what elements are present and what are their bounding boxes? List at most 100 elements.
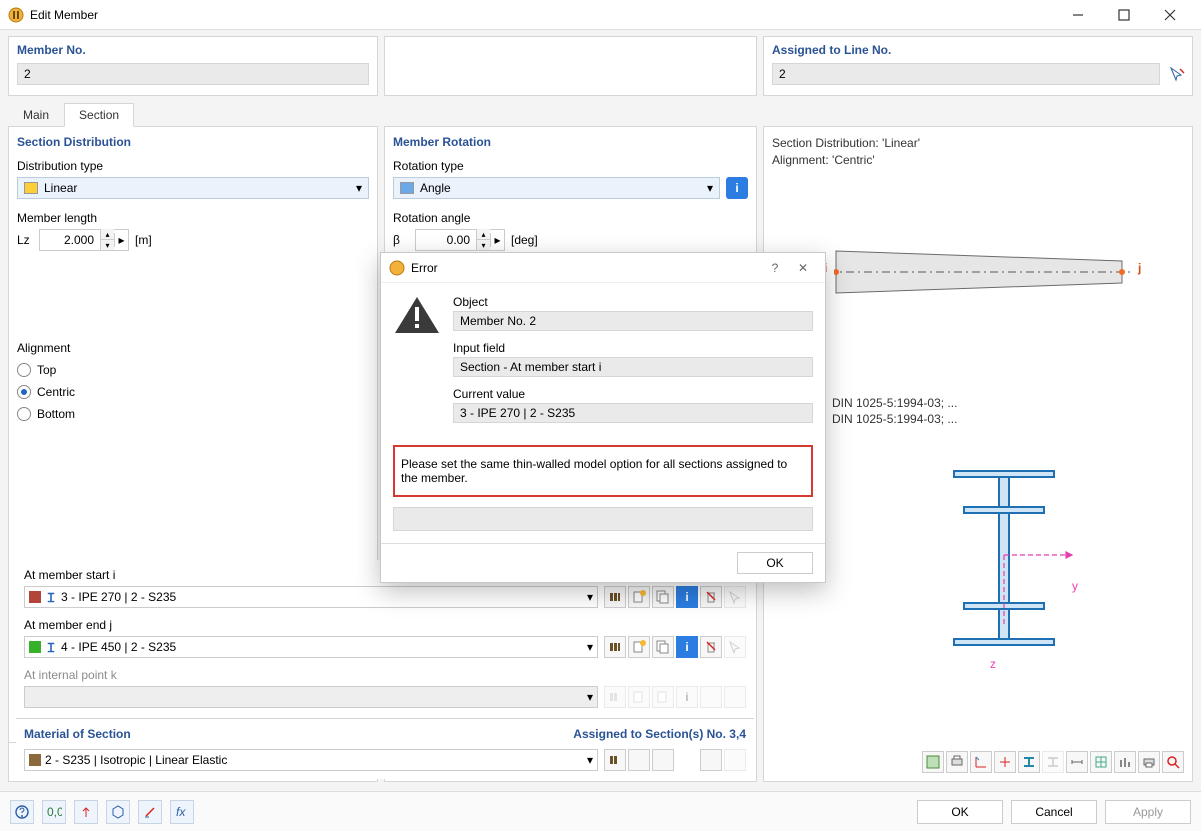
- minimize-button[interactable]: [1055, 0, 1101, 30]
- close-icon[interactable]: ✕: [789, 261, 817, 275]
- duplicate-button[interactable]: [652, 749, 674, 771]
- spinner-up-icon[interactable]: ▴: [100, 229, 114, 240]
- svg-text:0,00: 0,00: [47, 805, 62, 819]
- pick-button[interactable]: [724, 636, 746, 658]
- help-icon[interactable]: ?: [761, 261, 789, 275]
- info-button[interactable]: i: [676, 586, 698, 608]
- grid-button[interactable]: [1090, 751, 1112, 773]
- app-icon: [389, 260, 405, 276]
- axes-2-button[interactable]: [994, 751, 1016, 773]
- section-start-value: 3 - IPE 270 | 2 - S235: [61, 590, 583, 604]
- view-3d-button[interactable]: [106, 800, 130, 824]
- delete-button[interactable]: [700, 636, 722, 658]
- delete-button[interactable]: [700, 749, 722, 771]
- error-input-label: Input field: [453, 341, 813, 355]
- rotation-type-value: Angle: [420, 181, 451, 195]
- error-title: Error: [411, 261, 761, 275]
- help-button[interactable]: [10, 800, 34, 824]
- values-button[interactable]: [1114, 751, 1136, 773]
- material-value: 2 - S235 | Isotropic | Linear Elastic: [45, 753, 583, 767]
- fx-button[interactable]: fx: [170, 800, 194, 824]
- print-2-button[interactable]: [1138, 751, 1160, 773]
- i-section-2-button[interactable]: [1042, 751, 1064, 773]
- pick-button[interactable]: [724, 586, 746, 608]
- clear-button[interactable]: [138, 800, 162, 824]
- swatch-icon: [29, 754, 41, 766]
- duplicate-button[interactable]: [652, 586, 674, 608]
- spinner-up-icon[interactable]: ▴: [476, 229, 490, 240]
- error-object-value: Member No. 2: [453, 311, 813, 331]
- cancel-button[interactable]: Cancel: [1011, 800, 1097, 824]
- alignment-top-radio[interactable]: Top: [17, 363, 369, 377]
- right-panel: Section Distribution: 'Linear' Alignment…: [763, 126, 1193, 782]
- pick-button: [724, 686, 746, 708]
- member-no-field[interactable]: 2: [17, 63, 369, 85]
- info-icon[interactable]: i: [726, 177, 748, 199]
- swatch-icon: [24, 182, 38, 194]
- info-button[interactable]: i: [676, 636, 698, 658]
- arrow-up-button[interactable]: [74, 800, 98, 824]
- tab-section[interactable]: Section: [64, 103, 134, 127]
- right-info-2: Alignment: 'Centric': [772, 152, 1184, 169]
- swatch-icon: [400, 182, 414, 194]
- search-button[interactable]: [1162, 751, 1184, 773]
- library-button[interactable]: [604, 749, 626, 771]
- pick-line-button[interactable]: [1168, 65, 1186, 83]
- material-dropdown[interactable]: 2 - S235 | Isotropic | Linear Elastic ▾: [24, 749, 598, 771]
- error-current-label: Current value: [453, 387, 813, 401]
- material-title: Material of Section Assigned to Section(…: [16, 718, 754, 741]
- spinner-menu-icon[interactable]: ▸: [490, 233, 504, 247]
- titlebar: Edit Member: [0, 0, 1201, 30]
- spinner-down-icon[interactable]: ▾: [100, 240, 114, 251]
- tab-main[interactable]: Main: [8, 103, 64, 126]
- print-button[interactable]: [946, 751, 968, 773]
- rotation-angle-spinner[interactable]: 0.00 ▴▾ ▸: [415, 229, 505, 251]
- ok-button[interactable]: OK: [917, 800, 1003, 824]
- bottom-bar: 0,00 fx OK Cancel Apply: [0, 791, 1201, 831]
- duplicate-button[interactable]: [652, 636, 674, 658]
- alignment-centric-radio[interactable]: Centric: [17, 385, 369, 399]
- section-end-value: 4 - IPE 450 | 2 - S235: [61, 640, 583, 654]
- view-mode-button[interactable]: [922, 751, 944, 773]
- alignment-label: Alignment: [17, 341, 369, 355]
- spinner-down-icon[interactable]: ▾: [476, 240, 490, 251]
- member-no-label: Member No.: [17, 43, 369, 57]
- section-end-dropdown[interactable]: Ｉ 4 - IPE 450 | 2 - S235 ▾: [24, 636, 598, 658]
- member-length-spinner[interactable]: 2.000 ▴▾ ▸: [39, 229, 129, 251]
- error-ok-button[interactable]: OK: [737, 552, 813, 574]
- assigned-line-panel: Assigned to Line No. 2: [763, 36, 1193, 96]
- delete-button[interactable]: [700, 586, 722, 608]
- distribution-type-dropdown[interactable]: Linear ▾: [17, 177, 369, 199]
- close-button[interactable]: [1147, 0, 1193, 30]
- units-button[interactable]: 0,00: [42, 800, 66, 824]
- section-start-dropdown[interactable]: Ｉ 3 - IPE 270 | 2 - S235 ▾: [24, 586, 598, 608]
- warning-icon: [393, 295, 441, 335]
- right-toolbar: [772, 751, 1184, 773]
- swatch-icon: [29, 591, 41, 603]
- assigned-line-field[interactable]: 2: [772, 63, 1160, 85]
- pick-button[interactable]: [724, 749, 746, 771]
- rotation-type-dropdown[interactable]: Angle ▾: [393, 177, 720, 199]
- spinner-menu-icon[interactable]: ▸: [114, 233, 128, 247]
- rotation-angle-value: 0.00: [416, 233, 476, 247]
- new-button[interactable]: [628, 636, 650, 658]
- dimensions-button[interactable]: [1066, 751, 1088, 773]
- new-button[interactable]: [628, 749, 650, 771]
- axis-z-label: z: [990, 657, 996, 671]
- section-internal-dropdown[interactable]: ▾: [24, 686, 598, 708]
- section-end-label: At member end j: [24, 618, 746, 632]
- maximize-button[interactable]: [1101, 0, 1147, 30]
- member-preview-icon: [834, 249, 1134, 295]
- apply-button[interactable]: Apply: [1105, 800, 1191, 824]
- assigned-line-label: Assigned to Line No.: [772, 43, 1184, 57]
- alignment-bottom-radio[interactable]: Bottom: [17, 407, 369, 421]
- library-button[interactable]: [604, 586, 626, 608]
- library-button[interactable]: [604, 636, 626, 658]
- assigned-sections-label: Assigned to Section(s) No. 3,4: [573, 727, 746, 741]
- library-button: [604, 686, 626, 708]
- axes-1-button[interactable]: [970, 751, 992, 773]
- new-button[interactable]: [628, 586, 650, 608]
- i-section-button[interactable]: [1018, 751, 1040, 773]
- window-title: Edit Member: [30, 8, 1055, 22]
- rotation-angle-label: Rotation angle: [393, 211, 748, 225]
